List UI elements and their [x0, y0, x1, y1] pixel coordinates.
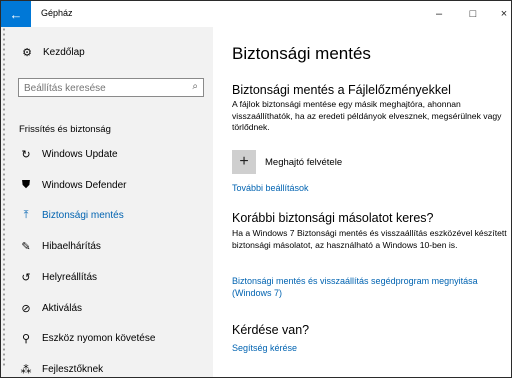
file-history-description: A fájlok biztonsági mentése egy másik me…: [232, 99, 502, 132]
sidebar-item-backup[interactable]: ⤒ Biztonsági mentés: [1, 204, 213, 226]
sidebar-item-label: Eszköz nyomon követése: [42, 332, 156, 344]
upload-arrow-icon: ⤒: [23, 208, 29, 221]
search-input[interactable]: [24, 81, 184, 95]
title-bar: ← Gépház – □ ×: [1, 1, 511, 27]
question-heading: Kérdése van?: [232, 323, 310, 337]
add-drive-label: Meghajtó felvétele: [265, 156, 343, 168]
gear-icon: ⚙: [22, 46, 32, 59]
sidebar-item-label: Windows Defender: [42, 179, 127, 191]
maximize-button[interactable]: □: [458, 5, 488, 23]
wrench-icon: ✎: [21, 240, 31, 253]
sidebar-item-home[interactable]: ⚙ Kezdőlap: [19, 44, 85, 60]
back-button[interactable]: ←: [1, 1, 31, 27]
sidebar-item-windows-defender[interactable]: ⛊ Windows Defender: [1, 174, 213, 196]
close-icon: ×: [500, 8, 508, 20]
shield-icon: ⛊: [21, 178, 31, 191]
minimize-icon: –: [435, 8, 443, 20]
search-icon[interactable]: ⌕: [192, 81, 198, 92]
person-location-icon: ⚲: [21, 332, 31, 345]
sidebar-item-troubleshoot[interactable]: ✎ Hibaelhárítás: [1, 235, 213, 257]
sidebar-item-label: Hibaelhárítás: [42, 240, 101, 252]
sidebar-item-developers[interactable]: ⁂ Fejlesztőknek: [1, 358, 213, 377]
sidebar-item-label: Kezdőlap: [43, 46, 85, 58]
sidebar-item-label: Aktiválás: [42, 302, 83, 314]
settings-window: ← Gépház – □ × ⚙ Kezdőlap ⌕ Frissítés és…: [0, 0, 512, 378]
file-history-heading: Biztonsági mentés a Fájlelőzményekkel: [232, 83, 451, 97]
history-icon: ↺: [21, 271, 31, 284]
window-title: Gépház: [41, 8, 73, 18]
sidebar-item-label: Fejlesztőknek: [42, 363, 104, 375]
section-title: Frissítés és biztonság: [19, 124, 111, 135]
sidebar: ⚙ Kezdőlap ⌕ Frissítés és biztonság ↻ Wi…: [1, 27, 213, 377]
sidebar-item-label: Windows Update: [42, 148, 118, 160]
minimize-button[interactable]: –: [424, 5, 454, 23]
more-settings-link[interactable]: További beállítások: [232, 183, 507, 195]
maximize-icon: □: [469, 8, 477, 20]
sidebar-item-recovery[interactable]: ↺ Helyreállítás: [1, 266, 213, 288]
sidebar-item-find-device[interactable]: ⚲ Eszköz nyomon követése: [1, 327, 213, 349]
older-backup-description: Ha a Windows 7 Biztonsági mentés és viss…: [232, 228, 507, 250]
backup-restore-windows7-link[interactable]: Biztonsági mentés és visszaállítás segéd…: [232, 276, 507, 299]
developer-tools-icon: ⁂: [20, 363, 32, 376]
refresh-icon: ↻: [21, 148, 31, 161]
sidebar-item-activation[interactable]: ⊘ Aktiválás: [1, 297, 213, 319]
get-help-link[interactable]: Segítség kérése: [232, 343, 507, 355]
check-circle-icon: ⊘: [21, 302, 31, 315]
sidebar-item-windows-update[interactable]: ↻ Windows Update: [1, 143, 213, 165]
older-backup-heading: Korábbi biztonsági másolatot keres?: [232, 211, 434, 225]
close-button[interactable]: ×: [489, 5, 511, 23]
sidebar-item-label: Biztonsági mentés: [42, 209, 124, 221]
page-title: Biztonsági mentés: [232, 44, 371, 63]
back-arrow-icon: ←: [9, 6, 23, 22]
main-content: Biztonsági mentés Biztonsági mentés a Fá…: [213, 27, 511, 377]
plus-glyph: +: [239, 153, 249, 170]
add-drive-button[interactable]: + Meghajtó felvétele: [232, 150, 342, 174]
sidebar-item-label: Helyreállítás: [42, 271, 98, 283]
search-box[interactable]: ⌕: [18, 78, 204, 97]
plus-icon: +: [232, 150, 256, 174]
